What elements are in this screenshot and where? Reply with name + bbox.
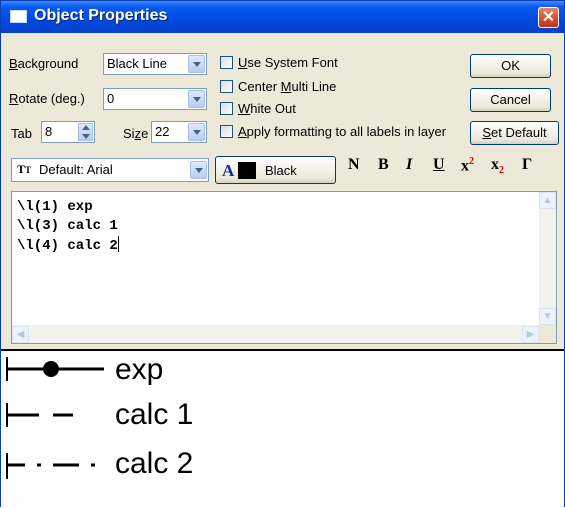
background-label: Background: [9, 56, 79, 71]
use-system-font-label: Use System Font: [238, 55, 338, 70]
window-title: Object Properties: [34, 7, 168, 24]
spinner-arrows-icon[interactable]: [78, 123, 93, 141]
tab-spinner[interactable]: 8: [41, 121, 95, 143]
title-bar[interactable]: Object Properties ✕: [1, 1, 564, 33]
subscript-label: x: [491, 156, 499, 173]
legend-preview: exp calc 1 calc 2: [1, 349, 564, 508]
tab-label: Tab: [11, 126, 32, 141]
italic-button[interactable]: I: [406, 156, 412, 174]
legend-label-calc-1: calc 1: [115, 398, 194, 431]
window-icon: [10, 10, 27, 23]
ok-button[interactable]: OK: [470, 54, 551, 78]
center-multi-line-checkbox[interactable]: [220, 80, 233, 93]
size-label: Size: [123, 126, 149, 141]
chevron-down-icon[interactable]: [188, 123, 205, 141]
object-properties-dialog: Object Properties ✕ Background Black Lin…: [0, 0, 565, 508]
bold-button[interactable]: B: [378, 156, 389, 174]
chevron-down-icon[interactable]: [188, 90, 205, 108]
editor-line: \l(1) exp: [17, 199, 93, 215]
legend-label-exp: exp: [115, 353, 164, 386]
greek-button[interactable]: Γ: [522, 156, 532, 174]
editor-line: \l(3) calc 1: [17, 218, 118, 234]
close-button[interactable]: ✕: [538, 7, 559, 28]
background-select[interactable]: Black Line: [103, 53, 207, 75]
white-out-label: White Out: [238, 101, 296, 116]
legend-symbols: [6, 357, 104, 479]
size-select-value: 22: [155, 124, 170, 139]
size-select[interactable]: 22: [151, 121, 207, 143]
superscript-button[interactable]: x2: [461, 156, 474, 175]
editor-line: \l(4) calc 2: [17, 238, 118, 254]
dash-dot-line-icon: [6, 453, 95, 479]
chevron-down-icon[interactable]: [190, 161, 207, 179]
vertical-scrollbar[interactable]: ▲ ▼: [539, 192, 556, 325]
label-text-editor[interactable]: \l(1) exp \l(3) calc 1 \l(4) calc 2 ▲ ▼ …: [11, 191, 557, 344]
solid-line-with-dot-icon: [6, 357, 104, 381]
chevron-down-icon[interactable]: [188, 55, 205, 73]
subscript-mark: 2: [499, 165, 504, 177]
font-select-value: Default: Arial: [39, 162, 113, 177]
scroll-down-icon[interactable]: ▼: [539, 308, 556, 325]
background-select-value: Black Line: [107, 56, 167, 71]
tab-spinner-value: 8: [45, 124, 53, 139]
font-select[interactable]: TT Default: Arial: [11, 158, 209, 182]
scroll-corner: [539, 325, 556, 343]
rotate-select-value: 0: [107, 91, 115, 106]
white-out-checkbox[interactable]: [220, 102, 233, 115]
apply-formatting-label: Apply formatting to all labels in layer: [238, 124, 447, 139]
dashed-line-icon: [6, 403, 73, 427]
rotate-select[interactable]: 0: [103, 88, 207, 110]
color-name: Black: [265, 163, 297, 178]
horizontal-scrollbar[interactable]: ◀ ▶: [12, 325, 539, 343]
set-default-button[interactable]: Set Default: [470, 121, 559, 145]
scroll-up-icon[interactable]: ▲: [539, 192, 556, 209]
superscript-mark: 2: [469, 156, 474, 167]
use-system-font-checkbox[interactable]: [220, 56, 233, 69]
scroll-left-icon[interactable]: ◀: [12, 326, 29, 343]
scroll-right-icon[interactable]: ▶: [522, 326, 539, 343]
subscript-button[interactable]: x2: [491, 156, 504, 176]
legend-label-calc-2: calc 2: [115, 447, 194, 480]
text-caret: [117, 236, 119, 252]
center-multi-line-label: Center Multi Line: [238, 79, 337, 94]
cancel-button[interactable]: Cancel: [470, 88, 551, 112]
font-color-icon: A: [222, 161, 235, 180]
underline-button[interactable]: U: [433, 156, 445, 174]
color-button[interactable]: A Black: [215, 156, 336, 184]
superscript-label: x: [461, 157, 469, 175]
apply-formatting-checkbox[interactable]: [220, 125, 233, 138]
rotate-label: Rotate (deg.): [9, 91, 85, 106]
color-swatch: [238, 162, 256, 179]
editor-text[interactable]: \l(1) exp \l(3) calc 1 \l(4) calc 2: [17, 198, 119, 256]
normal-button[interactable]: N: [348, 156, 360, 174]
truetype-font-icon: TT: [17, 162, 32, 176]
